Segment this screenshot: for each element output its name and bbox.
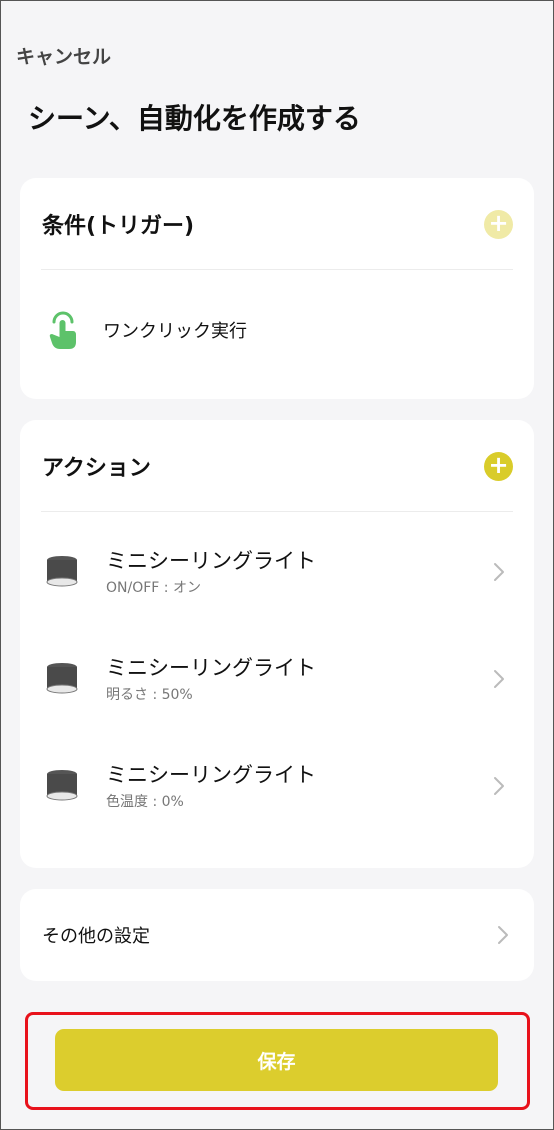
action-item-detail: ON/OFF : オン	[106, 580, 201, 596]
action-item-detail: 色温度 : 0%	[106, 794, 184, 810]
trigger-card-title: 条件(トリガー)	[42, 214, 195, 239]
page-title: シーン、自動化を作成する	[28, 102, 361, 135]
other-settings-label: その他の設定	[42, 926, 150, 947]
action-item-name: ミニシーリングライト	[106, 763, 316, 787]
cancel-button[interactable]: キャンセル	[16, 42, 111, 69]
action-item-detail: 明るさ : 50%	[106, 687, 193, 703]
action-item[interactable]: ミニシーリングライト 明るさ : 50%	[44, 649, 506, 709]
other-settings-card: その他の設定	[20, 889, 534, 981]
action-card-title: アクション	[42, 456, 151, 481]
plus-icon: +	[488, 209, 509, 237]
chevron-right-icon	[494, 777, 504, 795]
action-item-name: ミニシーリングライト	[106, 656, 316, 680]
add-trigger-button[interactable]: +	[484, 209, 513, 239]
action-card: アクション + ミニシーリングライト ON/OFF : オン ミニシーリングライ…	[20, 420, 534, 868]
action-item[interactable]: ミニシーリングライト ON/OFF : オン	[44, 542, 506, 602]
action-item-name: ミニシーリングライト	[106, 549, 316, 573]
ceiling-light-icon	[46, 556, 78, 587]
trigger-card-header: 条件(トリガー) +	[20, 178, 534, 270]
action-card-header: アクション +	[20, 420, 534, 512]
add-action-button[interactable]: +	[484, 451, 513, 481]
ceiling-light-icon	[46, 770, 78, 801]
other-settings-row[interactable]: その他の設定	[42, 913, 510, 957]
tap-hand-icon	[49, 311, 76, 349]
divider	[41, 511, 513, 512]
ceiling-light-icon	[46, 663, 78, 694]
chevron-right-icon	[494, 670, 504, 688]
chevron-right-icon	[498, 926, 508, 944]
trigger-card: 条件(トリガー) + ワンクリック実行	[20, 178, 534, 399]
trigger-item-label: ワンクリック実行	[103, 321, 247, 342]
action-item[interactable]: ミニシーリングライト 色温度 : 0%	[44, 756, 506, 816]
divider	[41, 269, 513, 270]
plus-icon: +	[488, 451, 509, 479]
trigger-item[interactable]: ワンクリック実行	[48, 310, 247, 350]
save-button[interactable]: 保存	[55, 1029, 498, 1091]
chevron-right-icon	[494, 563, 504, 581]
